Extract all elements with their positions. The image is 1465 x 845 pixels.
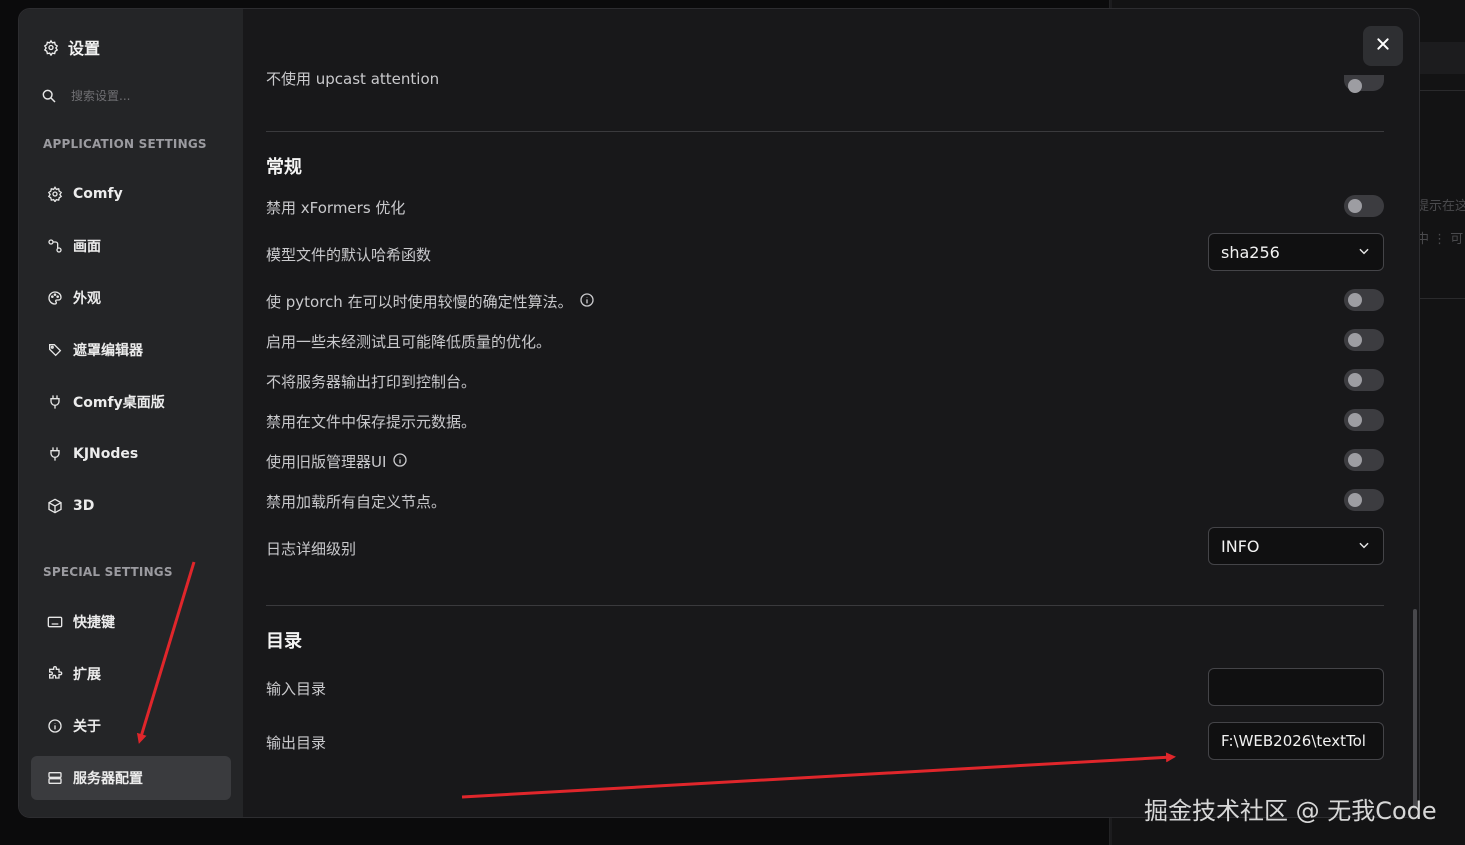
close-button[interactable] — [1363, 26, 1403, 66]
setting-label: 模型文件的默认哈希函数 — [266, 246, 432, 264]
chevron-down-icon — [1357, 243, 1371, 262]
setting-label: 使 pytorch 在可以时使用较慢的确定性算法。 — [266, 293, 573, 311]
log-level-select[interactable]: INFO — [1208, 527, 1384, 565]
watermark: 掘金技术社区 @ 无我Code — [1144, 797, 1437, 825]
sidebar-title: 设置 — [43, 35, 100, 59]
toggle-dont-print-server[interactable] — [1344, 369, 1384, 391]
output-directory-field[interactable] — [1208, 722, 1384, 760]
settings-sidebar: 设置 APPLICATION SETTINGS Comfy 画面 外观 遮罩编辑… — [19, 9, 243, 817]
cube-icon — [47, 498, 63, 514]
toggle-upcast-attention[interactable] — [1344, 75, 1384, 93]
info-icon[interactable] — [392, 452, 408, 472]
settings-dialog: 设置 APPLICATION SETTINGS Comfy 画面 外观 遮罩编辑… — [18, 8, 1420, 818]
sidebar-item-canvas[interactable]: 画面 — [31, 224, 231, 268]
setting-label: 禁用加载所有自定义节点。 — [266, 493, 447, 511]
setting-label: 输入目录 — [266, 680, 327, 698]
section-heading-directories: 目录 — [266, 631, 302, 652]
sidebar-item-label: 快捷键 — [73, 615, 115, 631]
sidebar-item-label: 关于 — [73, 719, 101, 735]
toggle-disable-metadata[interactable] — [1344, 409, 1384, 431]
input-directory-field[interactable] — [1208, 668, 1384, 706]
section-divider — [266, 131, 1384, 132]
toggle-untested-optimizations[interactable] — [1344, 329, 1384, 351]
select-value: sha256 — [1221, 242, 1280, 262]
sidebar-title-text: 设置 — [68, 39, 101, 58]
application-settings-label: APPLICATION SETTINGS — [43, 137, 207, 151]
gear-icon — [43, 39, 59, 56]
setting-row-legacy-manager: 使用旧版管理器UI — [266, 451, 408, 472]
setting-label: 禁用在文件中保存提示元数据。 — [266, 413, 477, 431]
setting-label: 日志详细级别 — [266, 540, 357, 558]
background-toolbar — [1420, 42, 1465, 74]
sidebar-item-comfy[interactable]: Comfy — [31, 172, 231, 216]
setting-label: 输出目录 — [266, 734, 327, 752]
brush-icon — [47, 342, 63, 358]
sidebar-item-label: 扩展 — [73, 667, 101, 683]
sidebar-item-keybinding[interactable]: 快捷键 — [31, 600, 231, 644]
sidebar-item-label: Comfy桌面版 — [73, 395, 165, 411]
select-value: INFO — [1221, 536, 1260, 556]
toggle-disable-xformers[interactable] — [1344, 195, 1384, 217]
sidebar-item-label: KJNodes — [73, 446, 139, 462]
close-icon — [1375, 36, 1391, 56]
setting-label: 不使用 upcast attention — [266, 71, 440, 88]
settings-search[interactable] — [41, 88, 221, 104]
sidebar-item-server-config[interactable]: 服务器配置 — [31, 756, 231, 800]
sidebar-item-extensions[interactable]: 扩展 — [31, 652, 231, 696]
server-icon — [47, 770, 63, 786]
sidebar-item-label: 画面 — [73, 239, 101, 255]
hash-function-select[interactable]: sha256 — [1208, 233, 1384, 271]
setting-label: 使用旧版管理器UI — [266, 453, 387, 471]
setting-row-deterministic: 使 pytorch 在可以时使用较慢的确定性算法。 — [266, 291, 595, 312]
settings-content: 不使用 upcast attention 常规 禁用 xFormers 优化 模… — [243, 9, 1419, 817]
setting-label: 不将服务器输出打印到控制台。 — [266, 373, 477, 391]
plug-icon — [47, 446, 63, 462]
sidebar-item-comfy-desktop[interactable]: Comfy桌面版 — [31, 380, 231, 424]
puzzle-icon — [47, 666, 63, 682]
setting-label: 禁用 xFormers 优化 — [266, 199, 406, 217]
nodes-icon — [47, 238, 63, 254]
sidebar-item-label: 遮罩编辑器 — [73, 343, 143, 359]
search-icon — [41, 88, 57, 104]
info-icon — [47, 718, 63, 734]
gear-icon — [47, 186, 63, 202]
plug-icon — [47, 394, 63, 410]
sidebar-item-kjnodes[interactable]: KJNodes — [31, 432, 231, 476]
search-input[interactable] — [71, 89, 221, 103]
toggle-deterministic[interactable] — [1344, 289, 1384, 311]
background-hint-text: 提示在这 — [1416, 199, 1465, 214]
chevron-down-icon — [1357, 537, 1371, 556]
sidebar-item-appearance[interactable]: 外观 — [31, 276, 231, 320]
sidebar-item-label: 外观 — [73, 291, 101, 307]
sidebar-item-3d[interactable]: 3D — [31, 484, 231, 528]
background-separator — [1420, 298, 1465, 299]
special-settings-label: SPECIAL SETTINGS — [43, 565, 173, 579]
section-divider — [266, 605, 1384, 606]
sidebar-item-label: 3D — [73, 498, 95, 514]
toggle-legacy-manager[interactable] — [1344, 449, 1384, 471]
info-icon[interactable] — [579, 292, 595, 312]
sidebar-item-label: 服务器配置 — [73, 771, 143, 787]
sidebar-item-about[interactable]: 关于 — [31, 704, 231, 748]
background-hint-text: 中 ⋮ 可 — [1416, 232, 1464, 247]
content-scrollbar[interactable] — [1413, 609, 1417, 809]
background-separator — [1420, 90, 1465, 91]
setting-label: 启用一些未经测试且可能降低质量的优化。 — [266, 333, 552, 351]
setting-row-upcast-attention: 不使用 upcast attention — [266, 71, 1384, 93]
keyboard-icon — [47, 614, 63, 630]
toggle-disable-custom-nodes[interactable] — [1344, 489, 1384, 511]
section-heading-general: 常规 — [266, 157, 302, 178]
sidebar-item-label: Comfy — [73, 186, 123, 202]
sidebar-item-mask-editor[interactable]: 遮罩编辑器 — [31, 328, 231, 372]
palette-icon — [47, 290, 63, 306]
